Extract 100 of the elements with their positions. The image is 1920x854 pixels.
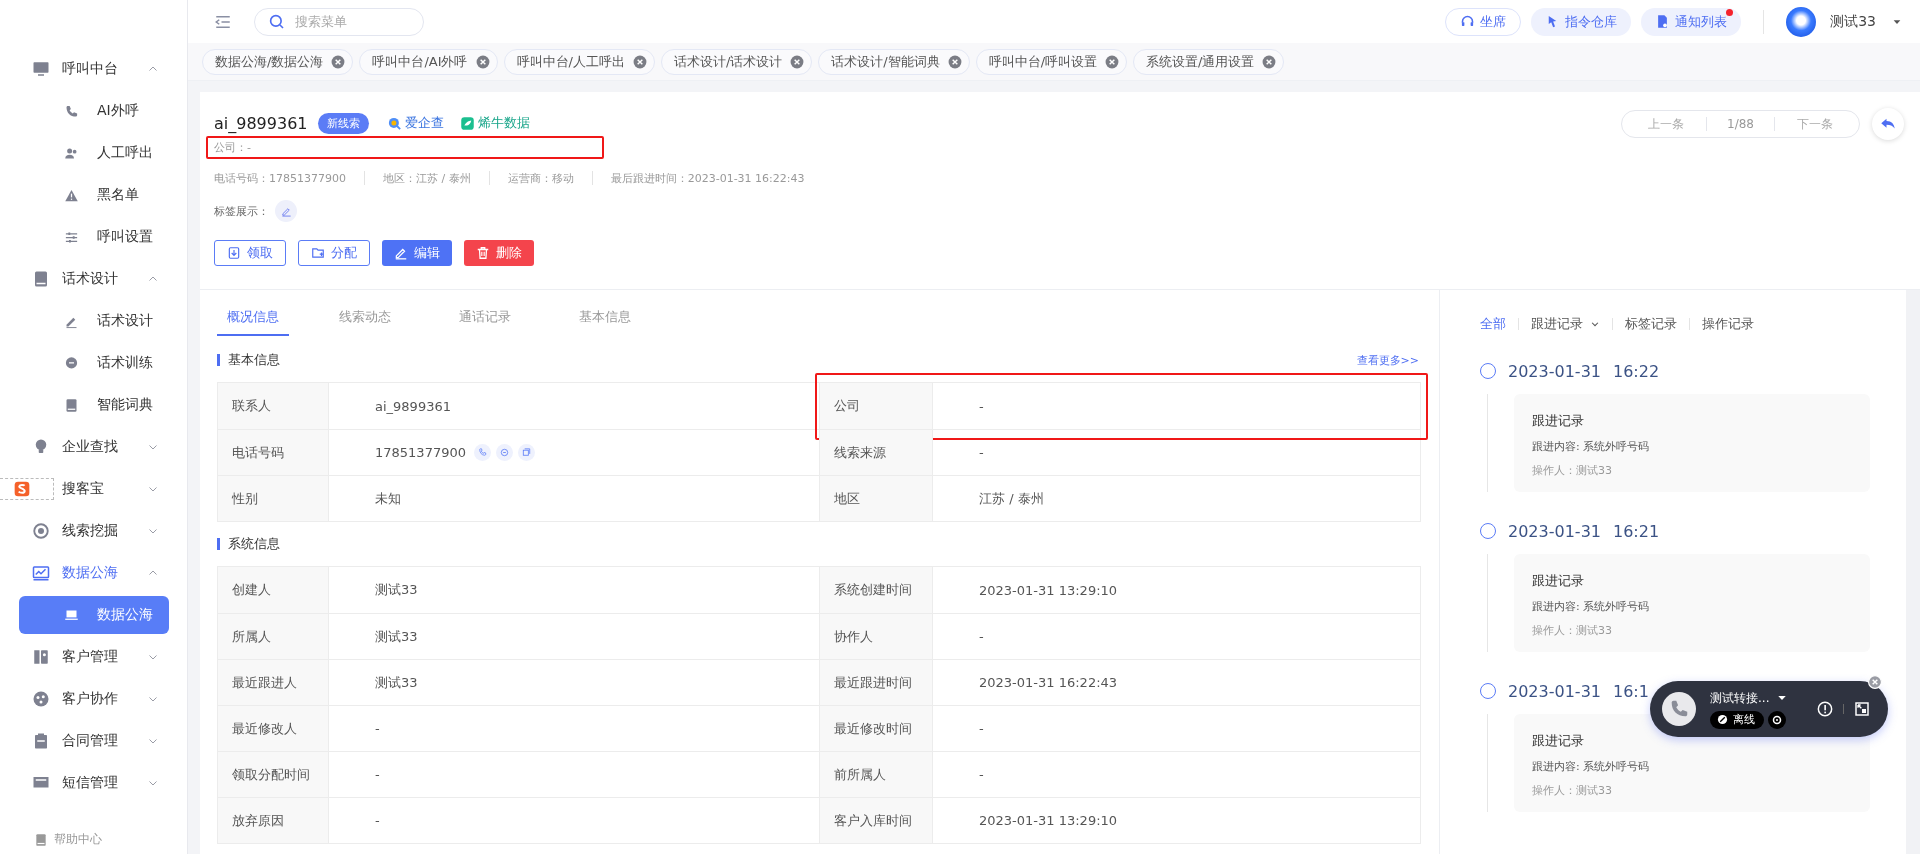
- sidebar-group[interactable]: 客户协作: [0, 678, 187, 720]
- blocked-icon: [1717, 714, 1728, 725]
- status-toggle[interactable]: 离线: [1710, 710, 1764, 729]
- caret-down-icon[interactable]: [1777, 693, 1788, 703]
- close-icon: [790, 54, 805, 69]
- action-button[interactable]: 删除: [464, 240, 534, 266]
- filter-tab[interactable]: 标签记录: [1625, 315, 1677, 333]
- sidebar-item[interactable]: 智能词典: [0, 384, 167, 426]
- value-text: 测试33: [375, 627, 418, 646]
- toolbar-button[interactable]: 通知列表: [1641, 7, 1742, 36]
- close-icon: [947, 54, 962, 69]
- download-icon: [227, 246, 241, 260]
- icon-button[interactable]: [518, 444, 535, 461]
- user-name[interactable]: 测试33: [1830, 12, 1876, 31]
- label-cell: 最近修改时间: [819, 706, 933, 751]
- close-icon: [1262, 54, 1277, 69]
- sidebar-item[interactable]: 话术设计: [0, 300, 167, 342]
- page-tab[interactable]: 呼叫中台/人工呼出: [503, 48, 655, 75]
- label-cell: 放弃原因: [218, 798, 329, 843]
- folder-add-icon: [311, 246, 325, 260]
- sidebar-group[interactable]: 呼叫中台: [0, 48, 187, 90]
- back-button[interactable]: [1872, 108, 1904, 140]
- clipboard-icon: [32, 732, 50, 750]
- record-title: 跟进记录: [1532, 572, 1585, 590]
- info-text: 地区：江苏 / 泰州: [383, 170, 471, 186]
- settings-icon: [1771, 713, 1783, 726]
- action-button[interactable]: 分配: [298, 240, 370, 266]
- record-operator: 操作人：测试33: [1532, 783, 1613, 798]
- sidebar-item[interactable]: 呼叫设置: [0, 216, 167, 258]
- value-text: 2023-01-31 13:29:10: [979, 582, 1118, 598]
- label-cell: 公司: [819, 383, 933, 429]
- sidebar-group[interactable]: 搜客宝: [0, 468, 187, 510]
- sidebar-group[interactable]: 短信管理: [0, 762, 187, 804]
- toolbar-button[interactable]: 坐席: [1445, 7, 1522, 36]
- timeline-time: 16:21: [1613, 521, 1660, 541]
- action-button[interactable]: 领取: [214, 240, 286, 266]
- headset-icon: [1460, 14, 1476, 29]
- sidebar-group[interactable]: 线索挖掘: [0, 510, 187, 552]
- input-method-icon[interactable]: [0, 478, 54, 500]
- tags-label: 标签展示：: [214, 203, 269, 219]
- search-field[interactable]: 搜索菜单: [254, 7, 424, 36]
- avatar[interactable]: [1786, 6, 1817, 37]
- expand-icon[interactable]: [1854, 701, 1870, 717]
- target-icon: [32, 522, 50, 540]
- filter-tab[interactable]: 跟进记录: [1531, 315, 1600, 333]
- close-icon: [331, 54, 346, 69]
- page-tab[interactable]: 话术设计/话术设计: [660, 48, 813, 75]
- action-button[interactable]: 编辑: [382, 240, 452, 266]
- value-text: -: [375, 721, 380, 736]
- sidebar-item[interactable]: 人工呼出: [0, 132, 167, 174]
- view-more-link[interactable]: 查看更多>>: [1356, 352, 1419, 368]
- sidebar-group[interactable]: 客户管理: [0, 636, 187, 678]
- monitor-icon: [32, 60, 50, 78]
- alert-icon[interactable]: [1817, 701, 1833, 717]
- label-cell: 联系人: [218, 383, 329, 429]
- phone-button[interactable]: [1662, 692, 1696, 726]
- section-title: 基本信息: [228, 351, 280, 369]
- page-tab[interactable]: 系统设置/通用设置: [1133, 48, 1285, 75]
- label-cell: 创建人: [218, 567, 329, 613]
- sidebar-group[interactable]: 话术设计: [0, 258, 187, 300]
- page-tab[interactable]: 呼叫中台/AI外呼: [359, 48, 498, 75]
- value-text: 2023-01-31 13:29:10: [979, 813, 1118, 828]
- toolbar-button[interactable]: 指令仓库: [1531, 7, 1632, 36]
- section-title: 系统信息: [228, 535, 280, 553]
- info-text: 电话号码：17851377900: [214, 170, 346, 186]
- page-position: 1/88: [1706, 117, 1775, 131]
- sidebar-item[interactable]: AI外呼: [0, 90, 167, 132]
- label-cell: 最近修改人: [218, 706, 329, 751]
- timeline-dot: [1480, 523, 1496, 539]
- timeline-date: 2023-01-31: [1508, 521, 1601, 541]
- record-operator: 操作人：测试33: [1532, 623, 1613, 638]
- page-tab[interactable]: 呼叫中台/呼叫设置: [975, 48, 1128, 75]
- sidebar-group[interactable]: 数据公海: [0, 552, 187, 594]
- timeline-time: 16:22: [1613, 361, 1660, 381]
- label-cell: 领取分配时间: [218, 752, 329, 797]
- value-text: -: [979, 767, 984, 782]
- team-icon: [32, 690, 50, 708]
- filter-tab[interactable]: 操作记录: [1702, 315, 1754, 333]
- close-icon: [475, 54, 490, 69]
- sidebar-group[interactable]: 合同管理: [0, 720, 187, 762]
- page-tab[interactable]: 话术设计/智能词典: [818, 48, 970, 75]
- external-link[interactable]: 爱企查: [386, 114, 444, 132]
- close-icon[interactable]: [1868, 675, 1882, 689]
- settings-button[interactable]: [1768, 710, 1786, 729]
- sidebar-group[interactable]: 企业查找: [0, 426, 187, 468]
- section-marker: [217, 538, 220, 550]
- pencil-icon: [394, 246, 408, 260]
- sidebar-item[interactable]: 黑名单: [0, 174, 167, 216]
- value-text: 测试33: [375, 581, 418, 599]
- page-tab[interactable]: 数据公海/数据公海: [202, 48, 354, 75]
- search-icon: [386, 115, 402, 131]
- sidebar-item[interactable]: 话术训练: [0, 342, 167, 384]
- book-icon: [64, 397, 79, 413]
- filter-tab[interactable]: 全部: [1480, 315, 1506, 333]
- icon-button[interactable]: [496, 444, 513, 461]
- sidebar-item[interactable]: 数据公海: [19, 596, 169, 634]
- search-icon: [268, 12, 286, 31]
- label-cell: 客户入库时间: [819, 798, 933, 843]
- contact-card-icon: [32, 648, 50, 666]
- tab[interactable]: 概况信息: [217, 300, 289, 336]
